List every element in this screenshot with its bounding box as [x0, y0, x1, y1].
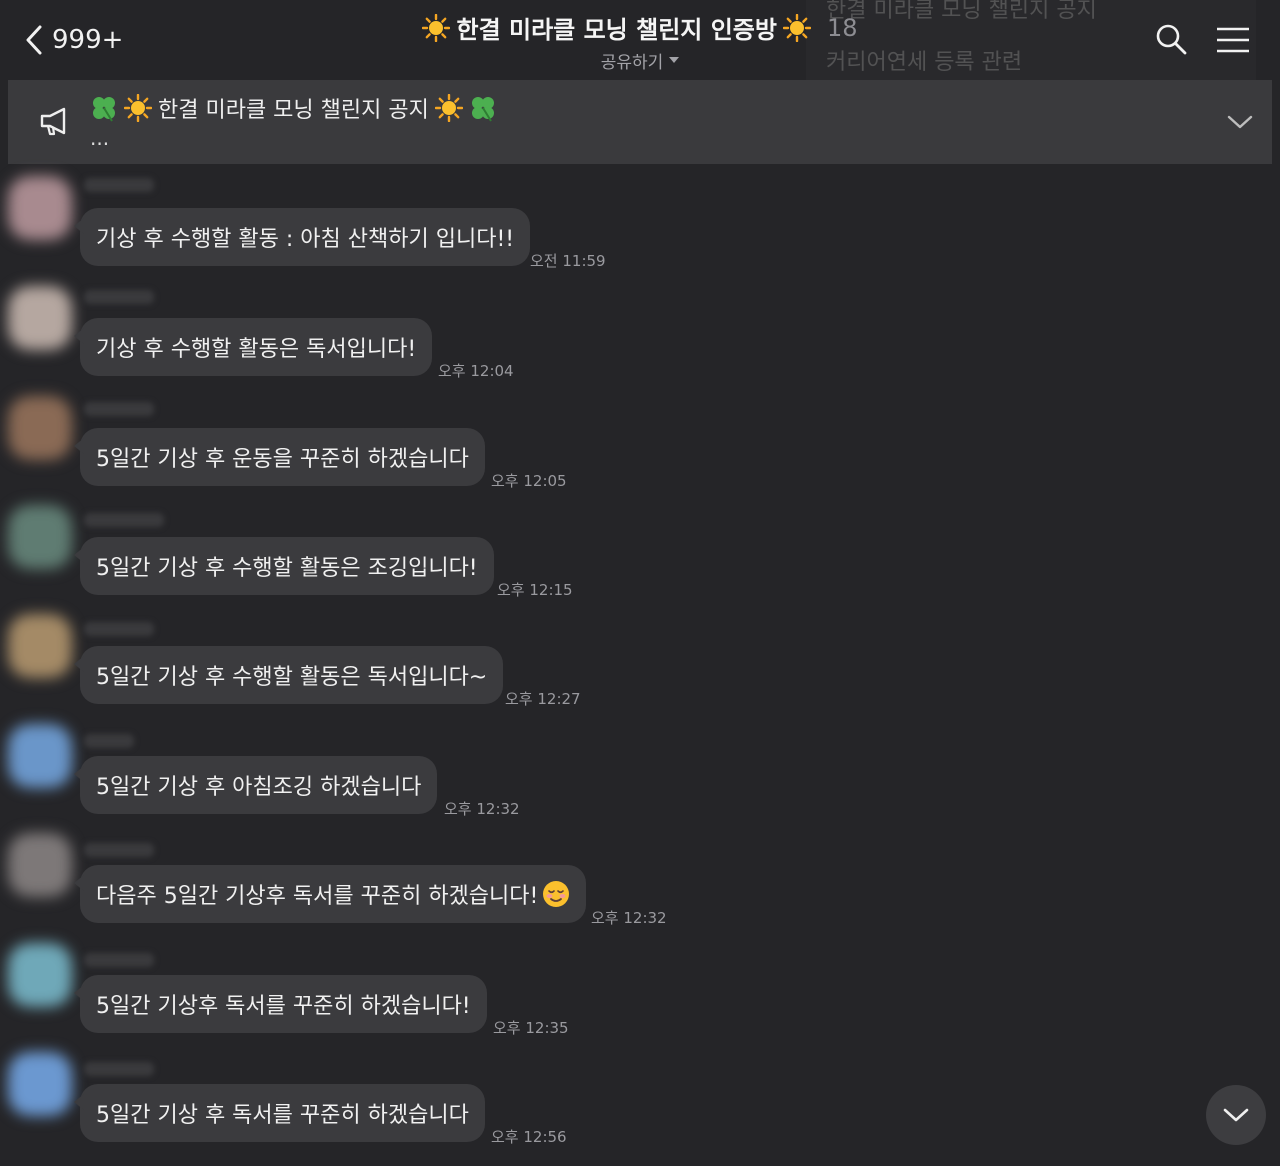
- message-time: 오후 12:27: [505, 690, 581, 708]
- clover-icon: [93, 97, 115, 122]
- message-time: 오후 12:56: [491, 1128, 567, 1146]
- sender-name-blurred: [84, 178, 154, 192]
- message-text: 5일간 기상 후 운동을 꾸준히 하겠습니다: [96, 447, 469, 472]
- notice-title: 한결 미라클 모닝 챌린지 공지: [158, 98, 429, 123]
- message-time: 오후 12:35: [493, 1019, 569, 1037]
- message-bubble[interactable]: 5일간 기상 후 독서를 꾸준히 하겠습니다: [74, 1084, 485, 1142]
- notice-bar[interactable]: 한결 미라클 모닝 챌린지 공지 ...: [8, 80, 1272, 164]
- message-time: 오후 12:04: [438, 362, 514, 380]
- message-bubble[interactable]: 다음주 5일간 기상후 독서를 꾸준히 하겠습니다!: [73, 865, 587, 923]
- message-bubble[interactable]: 5일간 기상 후 수행할 활동은 독서입니다~: [73, 646, 504, 704]
- scroll-to-bottom-button[interactable]: [1206, 1085, 1266, 1145]
- message-bubble[interactable]: 5일간 기상 후 수행할 활동은 조깅입니다!: [74, 537, 494, 595]
- avatar[interactable]: [8, 724, 72, 788]
- hamburger-menu-icon[interactable]: [1216, 26, 1250, 54]
- megaphone-icon: [40, 107, 66, 136]
- clover-icon: [471, 97, 494, 122]
- chat-title-area: 한결 미라클 모닝 챌린지 인증방 18 공유하기: [0, 10, 1280, 73]
- chevron-down-icon: [1223, 1108, 1249, 1122]
- sun-icon: [124, 94, 152, 122]
- chat-title: 한결 미라클 모닝 챌린지 인증방: [456, 16, 777, 44]
- message-text: 5일간 기상 후 아침조깅 하겠습니다: [96, 775, 422, 800]
- member-count: 18: [826, 13, 858, 42]
- message-text: 기상 후 수행할 활동은 독서입니다!: [96, 337, 417, 362]
- message-time: 오후 12:15: [497, 581, 573, 599]
- message-text: 기상 후 수행할 활동 : 아침 산책하기 입니다!!: [96, 227, 515, 252]
- avatar[interactable]: [8, 614, 72, 678]
- avatar[interactable]: [8, 396, 72, 460]
- sun-icon: [422, 13, 451, 42]
- avatar[interactable]: [8, 505, 72, 569]
- chat-header: 한결 미라클 모닝 챌린지 공지 커리어연세 등록 관련 999+ 한결 미라클…: [0, 0, 1280, 80]
- message-bubble[interactable]: 기상 후 수행할 활동은 독서입니다!: [73, 318, 433, 376]
- share-dropdown[interactable]: 공유하기: [601, 48, 680, 73]
- message-time: 오후 12:32: [591, 909, 667, 927]
- message-time: 오후 12:32: [444, 800, 520, 818]
- avatar[interactable]: [8, 833, 72, 897]
- avatar[interactable]: [8, 1052, 72, 1116]
- message-text: 5일간 기상 후 독서를 꾸준히 하겠습니다: [96, 1103, 469, 1128]
- avatar[interactable]: [8, 286, 72, 350]
- message-text: 5일간 기상 후 수행할 활동은 조깅입니다!: [96, 556, 478, 581]
- message-text: 5일간 기상 후 수행할 활동은 독서입니다~: [96, 665, 488, 690]
- notice-more: ...: [90, 126, 110, 150]
- avatar[interactable]: [8, 943, 72, 1007]
- message-text: 5일간 기상후 독서를 꾸준히 하겠습니다!: [96, 994, 471, 1019]
- message-bubble[interactable]: 5일간 기상후 독서를 꾸준히 하겠습니다!: [74, 975, 487, 1033]
- sender-name-blurred: [84, 402, 154, 416]
- sun-icon: [782, 13, 811, 42]
- sender-name-blurred: [84, 513, 164, 527]
- message-time: 오전 11:59: [530, 252, 606, 270]
- sender-name-blurred: [84, 290, 154, 304]
- message-time: 오후 12:05: [491, 472, 567, 490]
- message-text: 다음주 5일간 기상후 독서를 꾸준히 하겠습니다!: [96, 884, 539, 909]
- message-bubble[interactable]: 5일간 기상 후 아침조깅 하겠습니다: [73, 756, 438, 814]
- sender-name-blurred: [84, 843, 154, 857]
- sender-name-blurred: [84, 953, 154, 967]
- avatar[interactable]: [8, 176, 72, 240]
- sun-icon: [434, 94, 463, 122]
- chevron-down-icon[interactable]: [1226, 114, 1254, 130]
- caret-down-icon: [669, 57, 680, 63]
- message-bubble[interactable]: 5일간 기상 후 운동을 꾸준히 하겠습니다: [74, 428, 485, 486]
- message-bubble[interactable]: 기상 후 수행할 활동 : 아침 산책하기 입니다!!: [73, 208, 531, 266]
- share-label: 공유하기: [600, 52, 664, 73]
- sender-name-blurred: [84, 622, 154, 636]
- search-icon[interactable]: [1154, 22, 1188, 56]
- relieved-smile-emoji: [543, 881, 570, 907]
- sender-name-blurred: [84, 1062, 154, 1076]
- sender-name-blurred: [84, 734, 134, 748]
